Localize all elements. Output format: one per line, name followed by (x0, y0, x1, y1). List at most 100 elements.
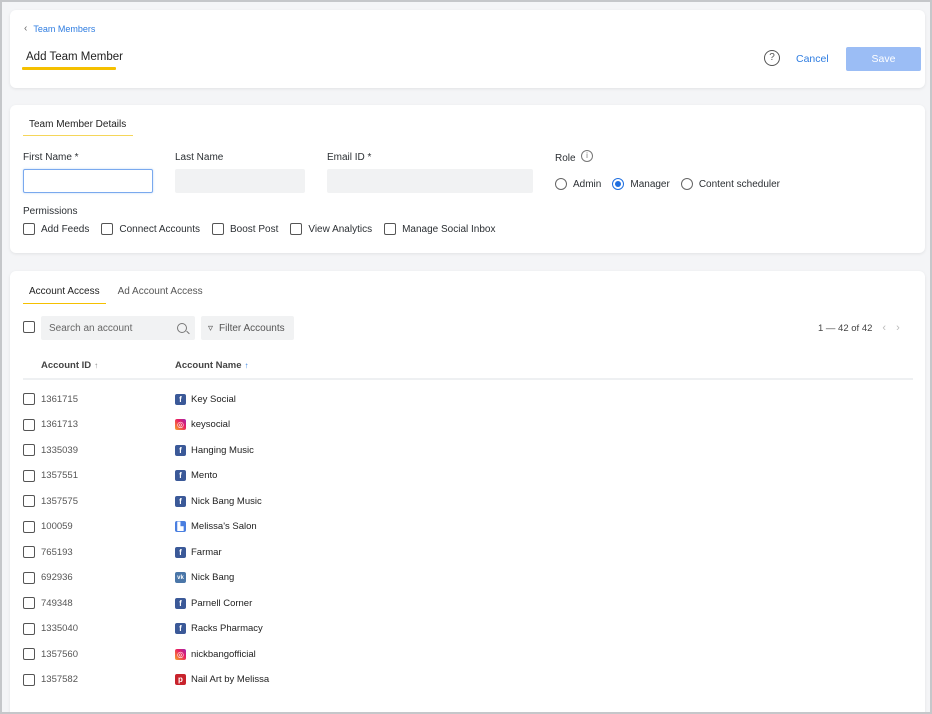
account-id: 100059 (41, 521, 73, 532)
permission-view-analytics[interactable]: View Analytics (290, 223, 372, 235)
table-row[interactable]: 1357582 p Nail Art by Melissa (23, 670, 913, 690)
row-checkbox[interactable] (23, 520, 35, 533)
checkbox-label: View Analytics (308, 223, 373, 235)
table-row[interactable]: 1361715 f Key Social (23, 389, 913, 409)
radio-button[interactable] (680, 178, 693, 190)
table-row[interactable]: 100059 ▙ Melissa's Salon (23, 517, 913, 537)
row-checkbox[interactable] (23, 495, 35, 507)
account-name: Racks Pharmacy (191, 623, 263, 634)
table-row[interactable]: 1335039 f Hanging Music (23, 440, 913, 460)
account-name-cell: ◎ nickbangofficial (175, 648, 256, 660)
permission-manage-social-inbox[interactable]: Manage Social Inbox (384, 223, 496, 235)
facebook-icon: f (175, 444, 186, 456)
permissions-list: Add Feeds Connect Accounts Boost Post Vi… (23, 223, 508, 235)
table-row[interactable]: 1357575 f Nick Bang Music (23, 491, 913, 511)
table-row[interactable]: 1335040 f Racks Pharmacy (23, 619, 913, 639)
account-id: 1357560 (41, 648, 78, 660)
account-name: Parnell Corner (191, 597, 253, 609)
role-label: Role (555, 153, 576, 164)
header-card: ‹ Team Members Add Team Member ? Cancel … (10, 10, 925, 88)
account-id: 1357582 (41, 674, 78, 685)
role-radio-admin[interactable]: Admin (555, 178, 601, 190)
permission-boost-post[interactable]: Boost Post (211, 223, 278, 235)
checkbox-label: Connect Accounts (119, 223, 200, 235)
column-label: Account ID (41, 360, 92, 371)
account-name-cell: ◎ keysocial (175, 419, 230, 430)
account-name: Mento (191, 470, 218, 481)
sort-arrow-icon: ↑ (94, 361, 99, 370)
radio-button-checked[interactable] (612, 178, 625, 190)
row-checkbox[interactable] (23, 393, 35, 405)
tab-account-access[interactable]: Account Access (23, 286, 106, 304)
facebook-icon: f (175, 470, 186, 481)
account-id: 749348 (41, 597, 73, 609)
row-checkbox[interactable] (23, 622, 35, 635)
access-tabs: Account Access Ad Account Access (23, 286, 215, 304)
table-row[interactable]: 1357560 ◎ nickbangofficial (23, 644, 913, 664)
column-header-account-id[interactable]: Account ID ↑ (41, 360, 98, 371)
search-account-input[interactable]: Search an account (41, 316, 195, 340)
row-checkbox[interactable] (23, 571, 35, 584)
table-row[interactable]: 692936 vk Nick Bang (23, 568, 913, 588)
checkbox[interactable] (101, 223, 114, 235)
select-all-checkbox[interactable] (23, 321, 35, 333)
facebook-icon: f (175, 393, 186, 405)
page-title: Add Team Member (26, 51, 123, 63)
row-checkbox[interactable] (23, 418, 35, 431)
checkbox[interactable] (23, 223, 35, 235)
row-checkbox[interactable] (23, 648, 35, 660)
last-name-label: Last Name (175, 152, 224, 163)
radio-button[interactable] (555, 178, 567, 190)
filter-accounts-button[interactable]: ▿ Filter Accounts (201, 316, 294, 340)
save-button[interactable]: Save (846, 47, 921, 71)
search-placeholder: Search an account (49, 322, 133, 334)
radio-label: Admin (573, 178, 602, 190)
table-row[interactable]: 1357551 f Mento (23, 466, 913, 486)
breadcrumb-team-members[interactable]: ‹ Team Members (24, 23, 95, 34)
checkbox[interactable] (211, 223, 224, 235)
account-name: Nick Bang Music (191, 495, 262, 507)
info-icon[interactable]: i (581, 150, 593, 162)
chevron-right-icon[interactable]: › (896, 322, 900, 334)
account-name: Key Social (191, 393, 236, 405)
role-radio-manager[interactable]: Manager (612, 178, 670, 190)
table-row[interactable]: 749348 f Parnell Corner (23, 593, 913, 613)
row-checkbox[interactable] (23, 673, 35, 686)
account-id: 1361715 (41, 393, 78, 405)
permission-connect-accounts[interactable]: Connect Accounts (101, 223, 200, 235)
account-name: Nail Art by Melissa (191, 674, 270, 685)
account-name-cell: f Nick Bang Music (175, 495, 262, 507)
row-checkbox[interactable] (23, 546, 35, 558)
account-name-cell: f Hanging Music (175, 444, 254, 456)
email-label: Email ID * (327, 152, 372, 163)
pinterest-icon: p (175, 674, 186, 685)
account-id: 1357575 (41, 495, 78, 507)
row-checkbox[interactable] (23, 597, 35, 609)
first-name-input[interactable] (23, 169, 153, 193)
table-row[interactable]: 765193 f Farmar (23, 542, 913, 562)
account-name-cell: f Farmar (175, 546, 222, 558)
filter-icon: ▿ (208, 322, 214, 334)
checkbox[interactable] (384, 223, 397, 235)
role-radio-content-scheduler[interactable]: Content scheduler (680, 178, 780, 190)
search-icon[interactable] (177, 323, 187, 333)
row-checkbox[interactable] (23, 444, 35, 456)
row-checkbox[interactable] (23, 469, 35, 482)
email-input[interactable] (327, 169, 533, 193)
account-name-cell: ▙ Melissa's Salon (175, 521, 257, 532)
facebook-icon: f (175, 623, 186, 634)
chevron-left-icon[interactable]: ‹ (882, 322, 886, 334)
account-id: 692936 (41, 572, 73, 583)
section-title: Team Member Details (23, 119, 134, 136)
cancel-button[interactable]: Cancel (796, 53, 829, 65)
tab-ad-account-access[interactable]: Ad Account Access (112, 286, 209, 304)
first-name-label: First Name * (23, 152, 79, 163)
help-icon[interactable]: ? (764, 50, 780, 66)
account-name-cell: p Nail Art by Melissa (175, 674, 269, 685)
column-header-account-name[interactable]: Account Name ↑ (175, 360, 249, 371)
permission-add-feeds[interactable]: Add Feeds (23, 223, 89, 235)
table-row[interactable]: 1361713 ◎ keysocial (23, 415, 913, 435)
checkbox[interactable] (290, 223, 303, 235)
team-member-details-card: Team Member Details First Name * Last Na… (10, 105, 925, 253)
last-name-input[interactable] (175, 169, 305, 193)
